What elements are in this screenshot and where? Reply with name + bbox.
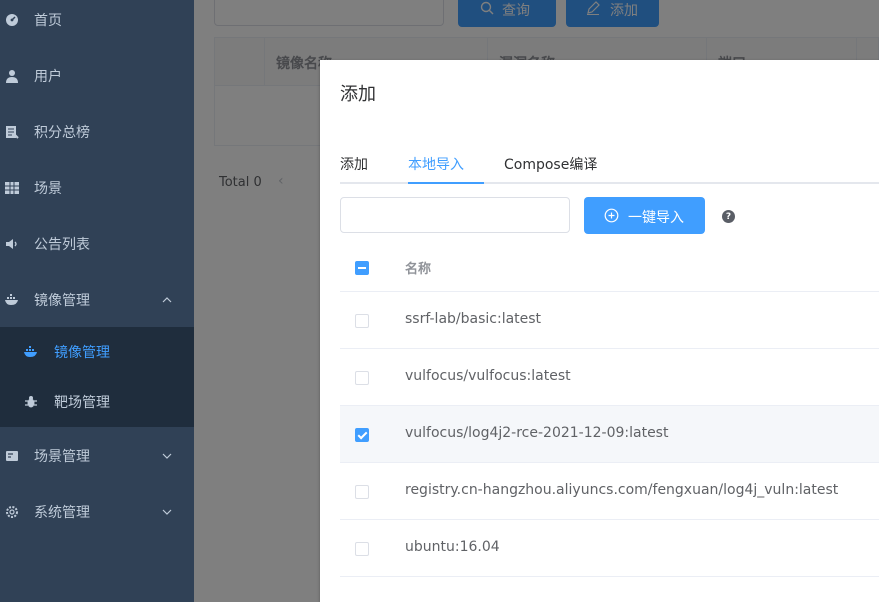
sidebar-item-rank[interactable]: 积分总榜 (0, 104, 194, 160)
sidebar-item-scene[interactable]: 场景 (0, 160, 194, 216)
submenu-item-label: 镜像管理 (54, 345, 110, 361)
table-row[interactable]: ssrf-lab/basic:latest (340, 292, 879, 349)
table-row[interactable]: registry.cn-hangzhou.aliyuncs.com/fengxu… (340, 463, 879, 520)
rank-icon (5, 125, 19, 139)
sidebar-item-label: 场景管理 (34, 449, 90, 465)
sidebar-item-system-mgmt[interactable]: 系统管理 (0, 484, 194, 540)
active-tab-indicator (408, 182, 484, 184)
sidebar-item-scene-mgmt[interactable]: 场景管理 (0, 428, 194, 484)
filter-input[interactable] (340, 197, 570, 233)
dialog-tabs: 添加 本地导入 Compose编译 (340, 144, 879, 184)
image-list-table: 名称 ssrf-lab/basic:latest vulfocus/vulfoc… (340, 240, 879, 577)
image-name: registry.cn-hangzhou.aliyuncs.com/fengxu… (405, 482, 839, 498)
submenu-item-image-mgmt[interactable]: 镜像管理 (0, 327, 194, 377)
bug-icon (24, 395, 38, 409)
row-checkbox[interactable] (355, 314, 369, 328)
gear-icon (5, 505, 19, 519)
sidebar-item-image-mgmt[interactable]: 镜像管理 (0, 272, 194, 328)
one-click-import-button[interactable]: 一键导入 (584, 197, 705, 234)
column-header-name: 名称 (405, 262, 432, 277)
table-row[interactable]: vulfocus/log4j2-rce-2021-12-09:latest (340, 406, 879, 463)
grid-icon (5, 181, 19, 195)
row-checkbox[interactable] (355, 485, 369, 499)
dialog-title: 添加 (340, 84, 376, 105)
tab-compose[interactable]: Compose编译 (504, 154, 597, 174)
submenu-item-label: 靶场管理 (54, 395, 110, 411)
chevron-up-icon (160, 293, 174, 307)
user-icon (5, 69, 19, 83)
add-dialog: 添加 添加 本地导入 Compose编译 一键导入 ? 名称 ssrf-lab/… (320, 60, 879, 602)
docker-icon (5, 293, 19, 307)
tab-add[interactable]: 添加 (340, 154, 368, 174)
import-button-label: 一键导入 (628, 210, 684, 226)
speaker-icon (5, 237, 19, 251)
submenu: 镜像管理 靶场管理 (0, 327, 194, 427)
sidebar: 首页 用户 积分总榜 场景 公告列表 镜像管理 镜像管理 靶场管理 场景管理 系… (0, 0, 194, 602)
sidebar-item-label: 积分总榜 (34, 125, 90, 141)
image-name: vulfocus/log4j2-rce-2021-12-09:latest (405, 425, 669, 441)
row-checkbox[interactable] (355, 542, 369, 556)
table-row[interactable]: ubuntu:16.04 (340, 520, 879, 577)
chevron-down-icon (160, 449, 174, 463)
table-header: 名称 (340, 240, 879, 292)
select-all-checkbox[interactable] (355, 261, 369, 275)
table-row[interactable]: vulfocus/vulfocus:latest (340, 349, 879, 406)
help-icon[interactable]: ? (722, 210, 735, 223)
image-name: ssrf-lab/basic:latest (405, 311, 542, 327)
docker-icon (24, 345, 38, 359)
row-checkbox[interactable] (355, 428, 369, 442)
chevron-down-icon (160, 505, 174, 519)
dashboard-icon (5, 13, 19, 27)
sidebar-item-label: 镜像管理 (34, 293, 90, 309)
sidebar-item-label: 系统管理 (34, 505, 90, 521)
row-checkbox[interactable] (355, 371, 369, 385)
sidebar-item-label: 公告列表 (34, 237, 90, 253)
tab-local-import[interactable]: 本地导入 (408, 154, 464, 174)
scene-icon (5, 449, 19, 463)
sidebar-item-home[interactable]: 首页 (0, 0, 194, 48)
image-name: ubuntu:16.04 (405, 539, 500, 555)
submenu-item-range-mgmt[interactable]: 靶场管理 (0, 377, 194, 427)
sidebar-item-label: 用户 (34, 69, 62, 85)
image-name: vulfocus/vulfocus:latest (405, 368, 571, 384)
sidebar-item-label: 场景 (34, 181, 62, 197)
sidebar-item-users[interactable]: 用户 (0, 48, 194, 104)
sidebar-item-label: 首页 (34, 13, 62, 29)
plus-circle-icon (604, 208, 619, 223)
sidebar-item-notice[interactable]: 公告列表 (0, 216, 194, 272)
